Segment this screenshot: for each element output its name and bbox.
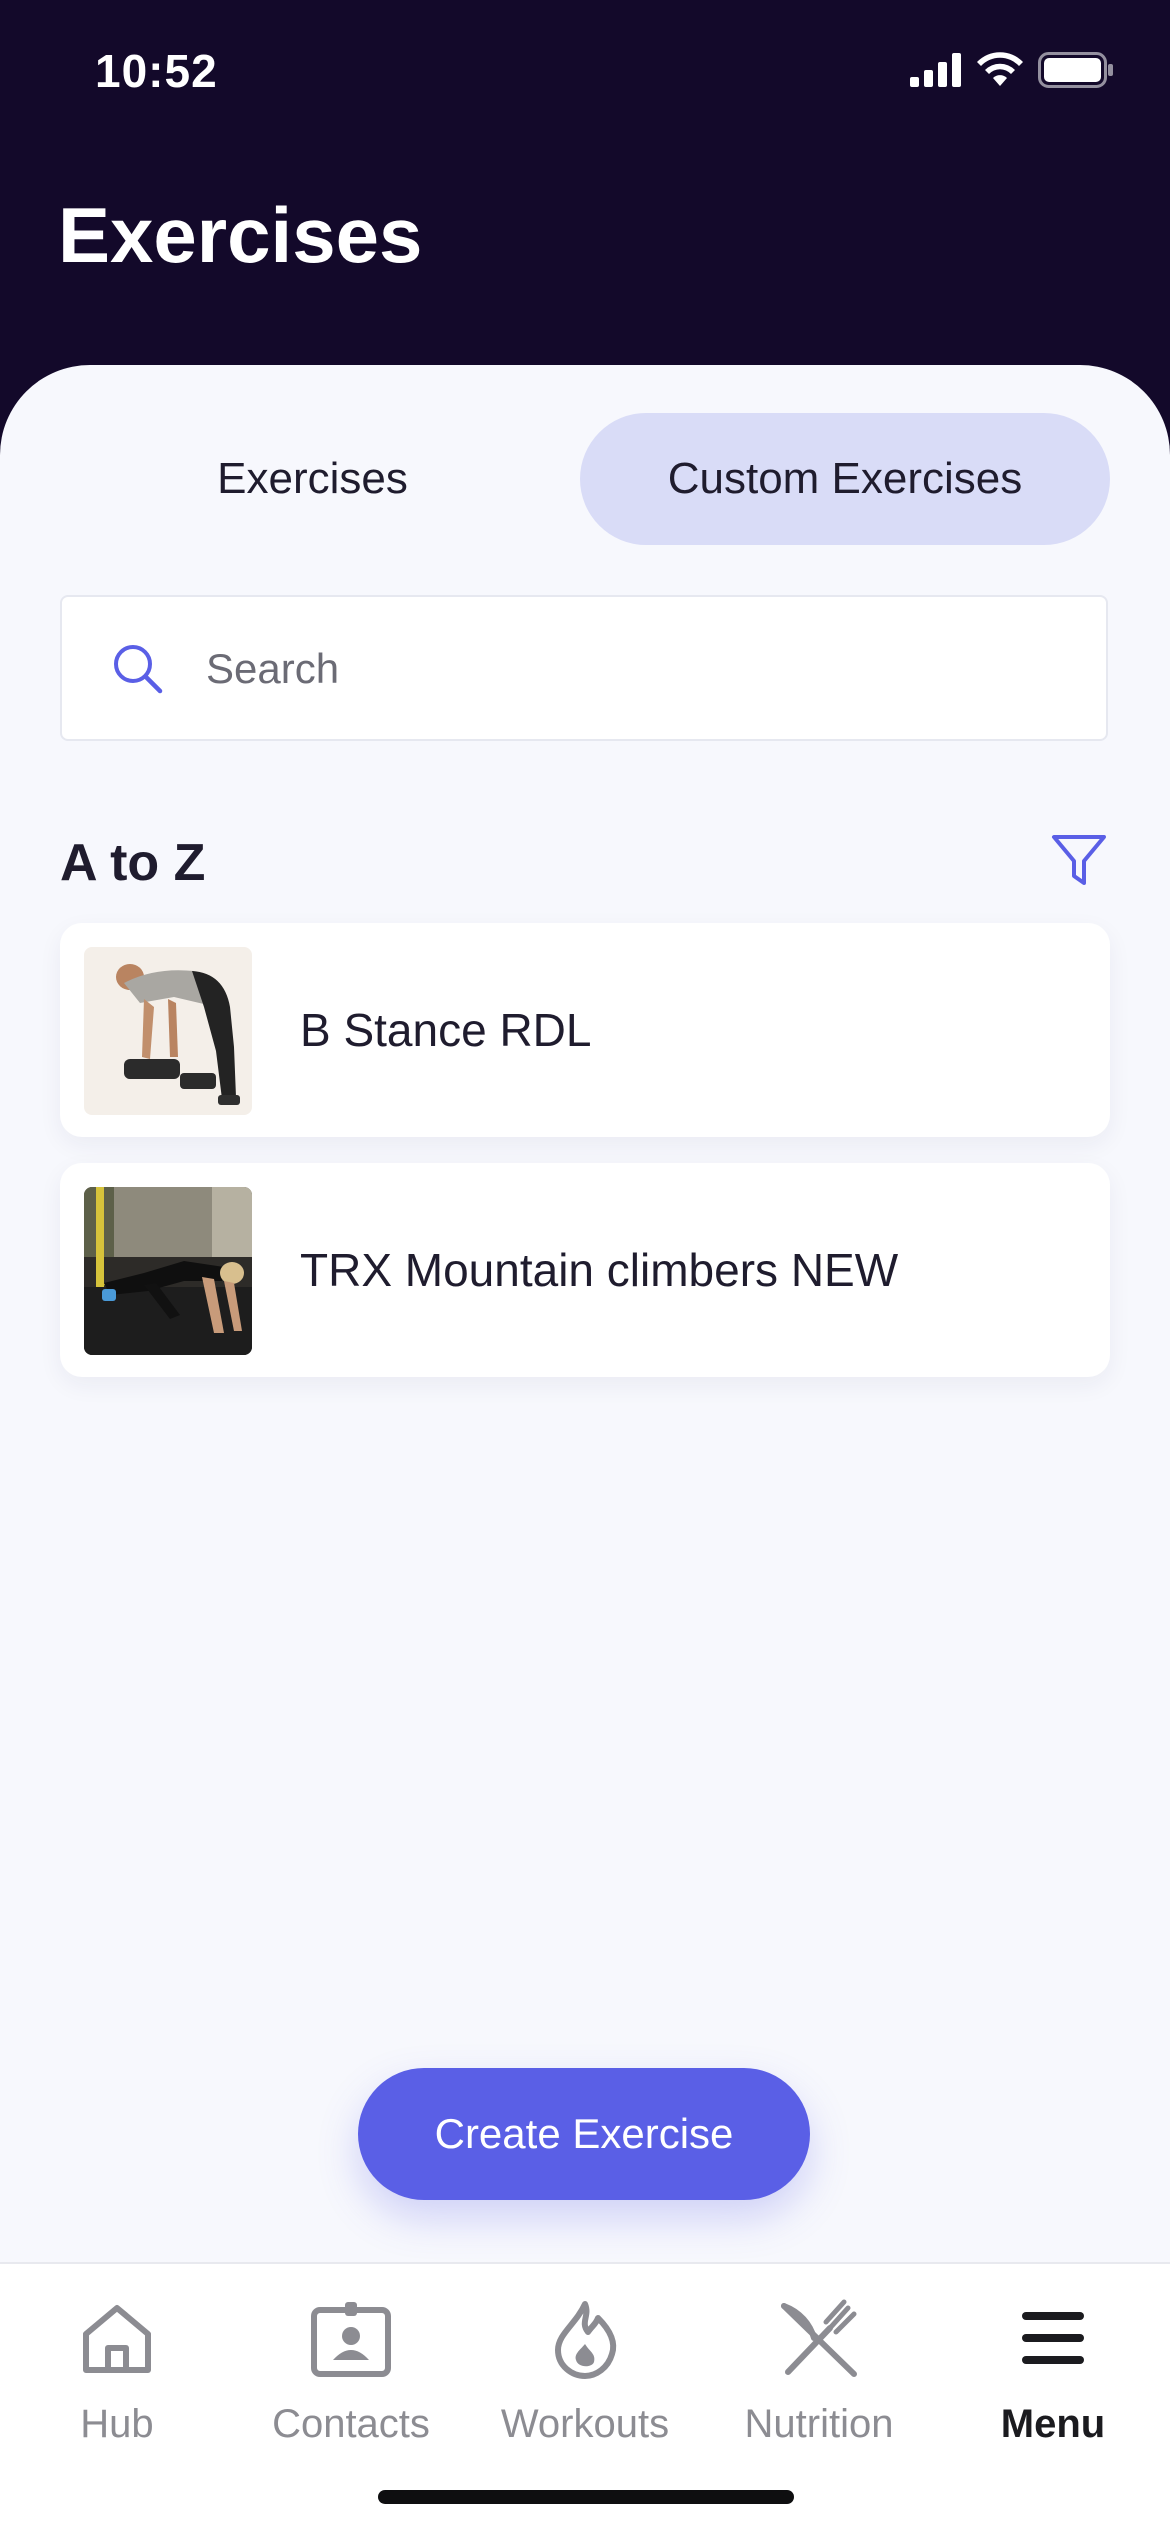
page-title: Exercises	[58, 191, 423, 279]
nav-label-hub: Hub	[80, 2402, 154, 2446]
segmented-tabs: Exercises Custom Exercises	[60, 413, 1110, 545]
search-icon	[114, 645, 163, 694]
create-exercise-button[interactable]: Create Exercise	[358, 2068, 810, 2200]
status-bar: 10:52	[0, 0, 1170, 150]
tab-exercises[interactable]: Exercises	[60, 413, 565, 545]
wifi-icon	[977, 52, 1023, 86]
app-screen: 10:52 Exercises Exercises Custom Exercis…	[0, 0, 1170, 2532]
exercise-name: TRX Mountain climbers NEW	[300, 1244, 899, 1296]
nav-item-workouts[interactable]: Workouts	[468, 2294, 702, 2464]
contact-card-icon	[311, 2302, 391, 2377]
home-indicator[interactable]	[378, 2490, 794, 2504]
nav-label-workouts: Workouts	[500, 2402, 670, 2446]
battery-icon	[1038, 52, 1113, 88]
nav-item-menu[interactable]: Menu	[936, 2294, 1170, 2464]
content-panel: Exercises Custom Exercises A to Z	[0, 365, 1170, 2265]
nav-label-menu: Menu	[1000, 2402, 1106, 2446]
list-item[interactable]: TRX Mountain climbers NEW	[60, 1163, 1110, 1377]
search-input[interactable]	[204, 597, 1068, 741]
section-title: A to Z	[60, 834, 206, 892]
fork-knife-icon	[781, 2299, 857, 2377]
nav-item-hub[interactable]: Hub	[0, 2294, 234, 2464]
nav-item-contacts[interactable]: Contacts	[234, 2294, 468, 2464]
cellular-signal-icon	[910, 53, 961, 87]
home-icon	[83, 2305, 151, 2373]
status-icons	[910, 52, 1114, 88]
nav-label-nutrition: Nutrition	[744, 2402, 894, 2446]
search-box	[60, 595, 1108, 741]
flame-icon	[555, 2301, 617, 2379]
status-time: 10:52	[95, 45, 218, 97]
list-item[interactable]: B Stance RDL	[60, 923, 1110, 1137]
tab-custom-exercises[interactable]: Custom Exercises	[580, 413, 1110, 545]
nav-label-contacts: Contacts	[272, 2402, 430, 2446]
nav-item-nutrition[interactable]: Nutrition	[702, 2294, 936, 2464]
exercise-thumbnail	[84, 1187, 252, 1355]
exercise-thumbnail	[84, 947, 252, 1115]
exercise-list: B Stance RDL TRX Mountain climbers NEW	[60, 923, 1110, 1403]
exercise-name: B Stance RDL	[300, 1004, 592, 1056]
hamburger-menu-icon	[1022, 2312, 1084, 2364]
section-header: A to Z	[60, 825, 1110, 905]
filter-icon[interactable]	[1048, 829, 1110, 891]
